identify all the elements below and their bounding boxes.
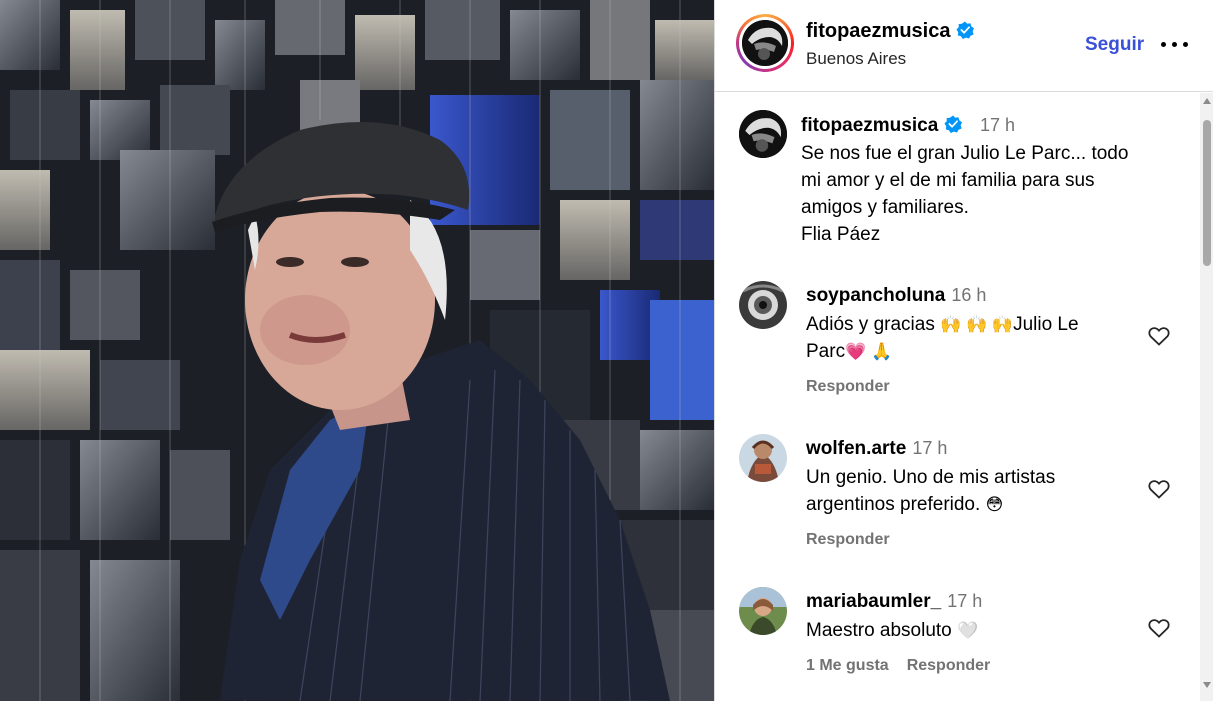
scrollbar-thumb[interactable]	[1203, 120, 1211, 266]
post-header: fitopaezmusica Buenos Aires Seguir	[715, 0, 1213, 92]
comment-text-part: Julio Le	[1013, 314, 1079, 335]
caption-username-row[interactable]: fitopaezmusica	[801, 115, 963, 137]
caption-username[interactable]: fitopaezmusica	[801, 115, 938, 136]
commenter-username-row[interactable]: wolfen.arte 17 h	[806, 438, 947, 460]
comment-item: wolfen.arte 17 h Un genio. Uno de mis art…	[715, 434, 1195, 574]
raised-hands-emoji: 🙌 🙌 🙌	[940, 315, 1014, 334]
caption-timestamp[interactable]: 17 h	[980, 115, 1015, 136]
commenter-avatar[interactable]	[739, 587, 787, 635]
caption-author-avatar[interactable]	[739, 110, 787, 158]
author-avatar-story-ring[interactable]	[736, 14, 794, 72]
scroll-down-arrow-icon[interactable]	[1203, 682, 1211, 688]
comment-timestamp[interactable]: 16 h	[951, 285, 986, 305]
reply-button[interactable]: Responder	[806, 531, 890, 548]
comment-text-part: Maestro absoluto	[806, 620, 958, 641]
caption-line: Se nos fue el gran Julio Le Parc... todo	[801, 143, 1129, 164]
comment-item: soypancholuna 16 h Adiós y gracias 🙌 🙌 🙌J…	[715, 281, 1195, 421]
comment-text-part: Parc	[806, 341, 846, 362]
author-username[interactable]: fitopaezmusica	[806, 20, 950, 42]
commenter-username[interactable]: mariabaumler_	[806, 591, 941, 612]
likes-count[interactable]: 1 Me gusta	[806, 657, 889, 674]
comment-text-part: argentinos preferido.	[806, 494, 986, 515]
caption-line: mi amor y el de mi familia para sus	[801, 170, 1095, 191]
commenter-username[interactable]: wolfen.arte	[806, 438, 906, 459]
verified-badge-icon	[944, 115, 963, 133]
caption-line: amigos y familiares.	[801, 197, 969, 218]
post-side-panel: fitopaezmusica Buenos Aires Seguir fitop…	[714, 0, 1213, 701]
comment-text-part: Adiós y gracias	[806, 314, 941, 335]
commenter-username[interactable]: soypancholuna	[806, 285, 945, 306]
heart-pray-emoji: 💗 🙏	[845, 342, 893, 361]
comment-text: Adiós y gracias 🙌 🙌 🙌Julio Le Parc💗 🙏	[806, 311, 1136, 365]
heart-icon[interactable]	[1147, 324, 1171, 348]
flushed-face-emoji: 😳	[985, 495, 1004, 514]
author-avatar[interactable]	[742, 20, 788, 66]
author-username-row[interactable]: fitopaezmusica	[806, 20, 975, 43]
heart-icon[interactable]	[1147, 616, 1171, 640]
verified-badge-icon	[956, 21, 975, 39]
comment-actions: Responder	[806, 378, 908, 396]
comments-list[interactable]: fitopaezmusica 17 h Se nos fue el gran J…	[715, 93, 1213, 701]
more-options-icon[interactable]	[1161, 42, 1191, 50]
comment-actions: Responder	[806, 531, 908, 549]
comment-timestamp[interactable]: 17 h	[912, 438, 947, 458]
comment-text: Un genio. Uno de mis artistas argentinos…	[806, 464, 1136, 518]
comment-text: Maestro absoluto 🤍	[806, 617, 1136, 644]
white-heart-emoji: 🤍	[957, 621, 979, 640]
comments-scrollbar[interactable]	[1200, 93, 1213, 701]
commenter-avatar[interactable]	[739, 281, 787, 329]
commenter-username-row[interactable]: soypancholuna 16 h	[806, 285, 986, 307]
comment-text-part: Un genio. Uno de mis artistas	[806, 467, 1056, 488]
post-location[interactable]: Buenos Aires	[806, 49, 906, 69]
reply-button[interactable]: Responder	[907, 657, 991, 674]
post-photo[interactable]	[0, 0, 714, 701]
mirror-installation-background	[0, 0, 714, 701]
comment-item: mariabaumler_ 17 h Maestro absoluto 🤍 1 M…	[715, 587, 1195, 701]
follow-button[interactable]: Seguir	[1085, 34, 1144, 56]
caption-text: Se nos fue el gran Julio Le Parc... todo…	[801, 140, 1171, 248]
comment-timestamp[interactable]: 17 h	[947, 591, 982, 611]
heart-icon[interactable]	[1147, 477, 1171, 501]
commenter-username-row[interactable]: mariabaumler_ 17 h	[806, 591, 982, 613]
caption-line: Flia Páez	[801, 224, 881, 245]
commenter-avatar[interactable]	[739, 434, 787, 482]
scroll-up-arrow-icon[interactable]	[1203, 98, 1211, 104]
comment-actions: 1 Me gusta Responder	[806, 657, 1008, 675]
reply-button[interactable]: Responder	[806, 378, 890, 395]
